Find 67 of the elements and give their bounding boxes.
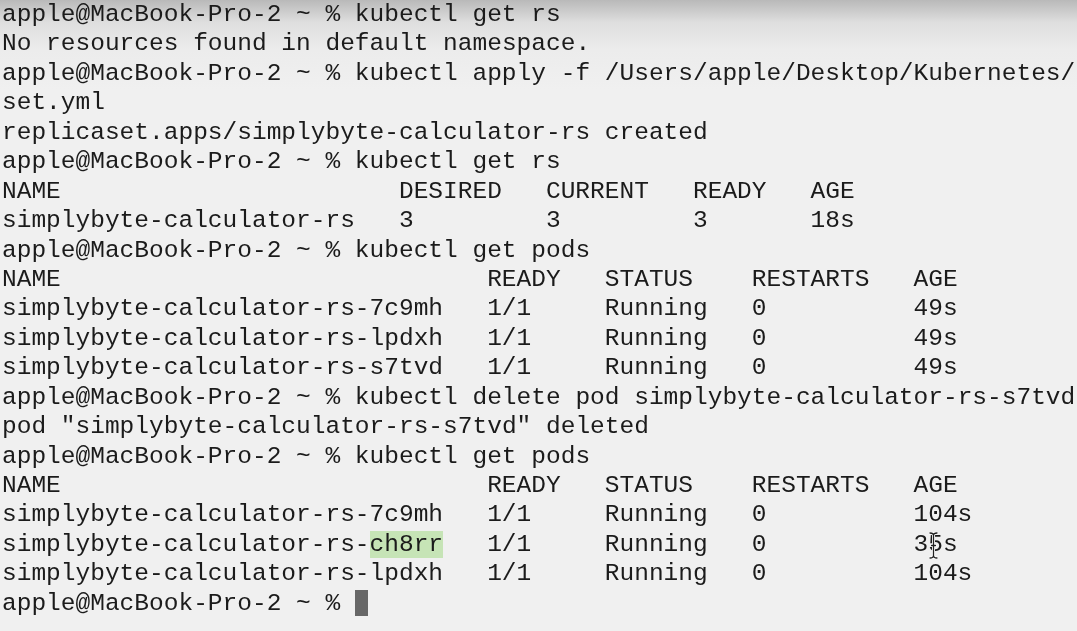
- table-cell: Running: [604, 529, 708, 560]
- table-cell: 104s: [913, 500, 973, 530]
- table-cell: 1/1: [487, 559, 532, 589]
- table-cell: simplybyte-calculator-rs-lpdxh: [2, 559, 444, 589]
- command-text: kubectl get rs: [354, 0, 561, 30]
- table-cell: 1/1: [487, 323, 532, 354]
- column-header: RESTARTS: [751, 264, 870, 295]
- block-cursor-icon: [354, 590, 369, 617]
- column-header: AGE: [913, 471, 958, 501]
- column-header: STATUS: [604, 264, 693, 295]
- table-cell: Running: [604, 559, 708, 589]
- column-header: READY: [693, 176, 767, 207]
- table-cell: 3: [398, 206, 414, 236]
- command-text: kubectl delete pod simplybyte-calculator-rs-s7tvd: [354, 382, 1076, 413]
- column-header: READY: [487, 264, 561, 295]
- column-header: NAME: [2, 176, 61, 207]
- table-cell: 1/1: [487, 353, 532, 383]
- table-cell: 1/1: [487, 529, 532, 560]
- command-text: kubectl get pods: [354, 441, 591, 471]
- column-header: NAME: [2, 471, 61, 501]
- table-cell: Running: [604, 500, 708, 530]
- table-cell: simplybyte-calculator-rs-lpdxh: [2, 323, 444, 354]
- column-header: AGE: [913, 264, 958, 295]
- table-cell: simplybyte-calculator-rs-7c9mh: [2, 500, 444, 530]
- table-cell: Running: [604, 323, 708, 354]
- column-header: NAME: [2, 264, 61, 295]
- table-cell: 1/1: [487, 294, 532, 324]
- table-cell: simplybyte-calculator-rs-ch8rr: [2, 529, 444, 560]
- output-text: pod "simplybyte-calculator-rs-s7tvd" deleted: [2, 412, 649, 442]
- column-header: READY: [487, 471, 561, 501]
- table-cell: 1/1: [487, 500, 532, 530]
- table-cell: 0: [751, 559, 767, 589]
- table-cell: 0: [751, 323, 767, 354]
- table-cell: simplybyte-calculator-rs: [2, 206, 355, 236]
- output-text: replicaset.apps/simplybyte-calculator-rs created: [2, 117, 708, 148]
- table-cell: 0: [751, 529, 767, 560]
- table-cell: 0: [751, 294, 767, 324]
- output-text: No resources found in default namespace.: [2, 29, 591, 59]
- shell-prompt: apple@MacBook-Pro-2 ~ %: [2, 147, 341, 177]
- table-cell: simplybyte-calculator-rs-s7tvd: [2, 353, 444, 383]
- table-cell: simplybyte-calculator-rs-7c9mh: [2, 294, 444, 324]
- table-cell: 49s: [913, 323, 958, 354]
- command-text: kubectl get pods: [354, 235, 591, 265]
- table-cell: 49s: [913, 353, 958, 383]
- column-header: CURRENT: [545, 176, 649, 207]
- table-cell: 18s: [810, 206, 855, 236]
- table-cell: 0: [751, 500, 767, 530]
- table-cell: 104s: [913, 559, 973, 589]
- output-text: set.yml: [2, 88, 105, 118]
- table-cell: 49s: [913, 294, 958, 324]
- column-header: AGE: [810, 176, 855, 207]
- shell-prompt: apple@MacBook-Pro-2 ~ %: [2, 235, 341, 265]
- table-cell: Running: [604, 294, 708, 324]
- table-cell: 3: [545, 206, 561, 236]
- column-header: RESTARTS: [751, 471, 870, 501]
- table-cell: Running: [604, 353, 708, 383]
- command-text: kubectl get rs: [354, 147, 561, 177]
- shell-prompt: apple@MacBook-Pro-2 ~ %: [2, 0, 341, 30]
- table-cell: 3: [693, 206, 708, 236]
- table-cell: 0: [751, 353, 767, 383]
- shell-prompt: apple@MacBook-Pro-2 ~ %: [2, 588, 341, 619]
- column-header: STATUS: [604, 471, 693, 501]
- shell-prompt: apple@MacBook-Pro-2 ~ %: [2, 58, 341, 89]
- shell-prompt: apple@MacBook-Pro-2 ~ %: [2, 382, 341, 413]
- column-header: DESIRED: [398, 176, 502, 207]
- command-text: kubectl apply -f /Users/apple/Desktop/Kubernetes/: [354, 58, 1076, 89]
- shell-prompt: apple@MacBook-Pro-2 ~ %: [2, 441, 341, 471]
